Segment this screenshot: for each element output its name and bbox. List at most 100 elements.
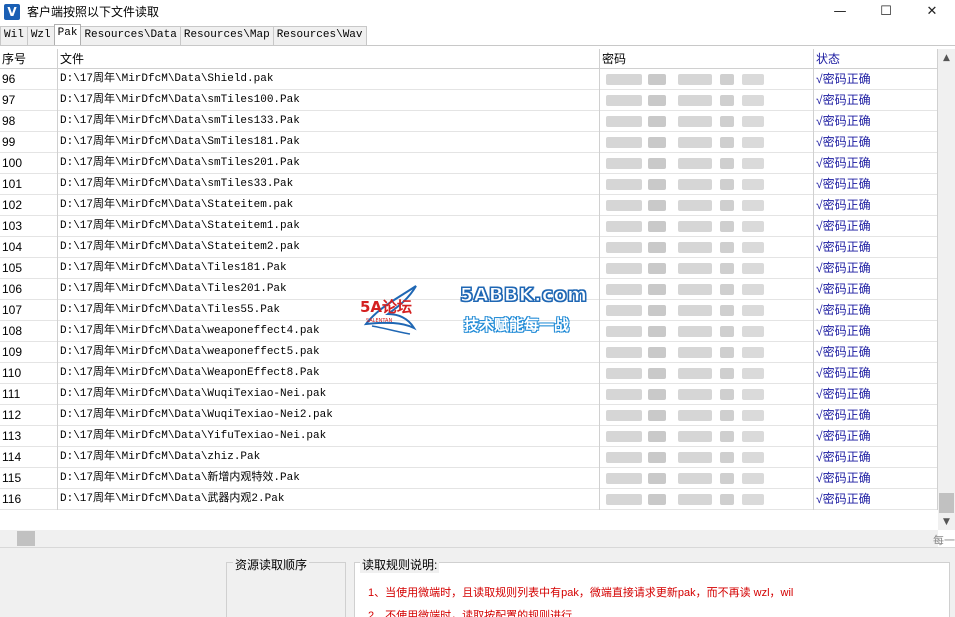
cell-file-path: D:\17周年\MirDfcM\Data\Shield.pak — [58, 69, 600, 90]
table-row[interactable]: 96 D:\17周年\MirDfcM\Data\Shield.pak √密码正确 — [0, 69, 938, 90]
resource-order-title: 资源读取顺序 — [233, 556, 310, 573]
redaction-block — [606, 116, 642, 127]
redaction-block — [678, 158, 712, 169]
table-row[interactable]: 99 D:\17周年\MirDfcM\Data\SmTiles181.Pak √密码… — [0, 132, 938, 153]
redaction-block — [720, 284, 734, 295]
cell-status: √密码正确 — [814, 279, 938, 300]
cell-status: √密码正确 — [814, 426, 938, 447]
cell-password-redacted — [600, 279, 814, 300]
horizontal-scrollbar[interactable] — [0, 530, 938, 547]
table-row[interactable]: 107 D:\17周年\MirDfcM\Data\Tiles55.Pak √密码正确 — [0, 300, 938, 321]
table-row[interactable]: 97 D:\17周年\MirDfcM\Data\smTiles100.Pak √密码… — [0, 90, 938, 111]
table-row[interactable]: 108 D:\17周年\MirDfcM\Data\weaponeffect4.pa… — [0, 321, 938, 342]
redaction-block — [742, 326, 764, 337]
redaction-block — [742, 473, 764, 484]
tab-resources-data[interactable]: Resources\Data — [80, 26, 181, 45]
cell-file-path: D:\17周年\MirDfcM\Data\Tiles55.Pak — [58, 300, 600, 321]
table-row[interactable]: 102 D:\17周年\MirDfcM\Data\Stateitem.pak √密码… — [0, 195, 938, 216]
cell-no: 115 — [0, 468, 58, 489]
redaction-block — [648, 284, 666, 295]
vertical-scroll-thumb[interactable] — [939, 493, 954, 513]
horizontal-scroll-thumb[interactable] — [17, 531, 35, 546]
table-row[interactable]: 109 D:\17周年\MirDfcM\Data\weaponeffect5.pa… — [0, 342, 938, 363]
redaction-block — [678, 179, 712, 190]
table-row[interactable]: 110 D:\17周年\MirDfcM\Data\WeaponEffect8.Pa… — [0, 363, 938, 384]
table-row[interactable]: 100 D:\17周年\MirDfcM\Data\smTiles201.Pak √密… — [0, 153, 938, 174]
redaction-block — [606, 494, 642, 505]
redaction-block — [742, 431, 764, 442]
cell-status: √密码正确 — [814, 237, 938, 258]
cell-file-path: D:\17周年\MirDfcM\Data\WeaponEffect8.Pak — [58, 363, 600, 384]
redaction-block — [742, 200, 764, 211]
table-row[interactable]: 115 D:\17周年\MirDfcM\Data\新增内观特效.Pak √密码正确 — [0, 468, 938, 489]
table-row[interactable]: 114 D:\17周年\MirDfcM\Data\zhiz.Pak √密码正确 — [0, 447, 938, 468]
redaction-block — [678, 389, 712, 400]
redaction-block — [606, 263, 642, 274]
cell-file-path: D:\17周年\MirDfcM\Data\weaponeffect5.pak — [58, 342, 600, 363]
cell-status: √密码正确 — [814, 216, 938, 237]
redaction-block — [720, 116, 734, 127]
table-row[interactable]: 103 D:\17周年\MirDfcM\Data\Stateitem1.pak √密… — [0, 216, 938, 237]
cell-status: √密码正确 — [814, 384, 938, 405]
maximize-icon[interactable]: ☐ — [863, 0, 909, 23]
redaction-block — [606, 410, 642, 421]
redaction-block — [678, 410, 712, 421]
redaction-block — [742, 95, 764, 106]
table-row[interactable]: 113 D:\17周年\MirDfcM\Data\YifuTexiao-Nei.p… — [0, 426, 938, 447]
cell-password-redacted — [600, 90, 814, 111]
tab-wil[interactable]: Wil — [0, 26, 28, 45]
redaction-block — [720, 137, 734, 148]
cell-file-path: D:\17周年\MirDfcM\Data\Stateitem1.pak — [58, 216, 600, 237]
tab-wzl[interactable]: Wzl — [26, 26, 55, 45]
cell-file-path: D:\17周年\MirDfcM\Data\YifuTexiao-Nei.pak — [58, 426, 600, 447]
redaction-block — [742, 368, 764, 379]
header-status[interactable]: 状态 — [814, 49, 938, 69]
cell-password-redacted — [600, 153, 814, 174]
table-row[interactable]: 106 D:\17周年\MirDfcM\Data\Tiles201.Pak √密码正… — [0, 279, 938, 300]
redaction-block — [678, 452, 712, 463]
table-header: 序号 文件 密码 状态 — [0, 49, 938, 69]
cell-status: √密码正确 — [814, 90, 938, 111]
redaction-block — [720, 305, 734, 316]
vertical-scrollbar[interactable]: ▲ ▼ — [938, 49, 955, 530]
bottom-panel: 资源读取顺序 读取规则说明: 1、当使用微端时，且读取规则列表中有pak，微端直… — [0, 547, 955, 617]
redaction-block — [606, 158, 642, 169]
cell-file-path: D:\17周年\MirDfcM\Data\新增内观特效.Pak — [58, 468, 600, 489]
minimize-icon[interactable]: — — [817, 0, 863, 23]
table-row[interactable]: 111 D:\17周年\MirDfcM\Data\WuqiTexiao-Nei.p… — [0, 384, 938, 405]
cell-no: 116 — [0, 489, 58, 510]
table-row[interactable]: 112 D:\17周年\MirDfcM\Data\WuqiTexiao-Nei2.… — [0, 405, 938, 426]
cell-file-path: D:\17周年\MirDfcM\Data\Tiles201.Pak — [58, 279, 600, 300]
scroll-up-icon[interactable]: ▲ — [938, 49, 955, 66]
header-file[interactable]: 文件 — [58, 49, 600, 69]
tab-strip: Wil Wzl Pak Resources\Data Resources\Map Reso… — [0, 24, 367, 45]
redaction-block — [606, 326, 642, 337]
redaction-block — [720, 74, 734, 85]
redaction-block — [648, 494, 666, 505]
table-row[interactable]: 101 D:\17周年\MirDfcM\Data\smTiles33.Pak √密码… — [0, 174, 938, 195]
redaction-block — [742, 137, 764, 148]
cell-status: √密码正确 — [814, 195, 938, 216]
redaction-block — [678, 473, 712, 484]
header-no[interactable]: 序号 — [0, 49, 58, 69]
table-row[interactable]: 104 D:\17周年\MirDfcM\Data\Stateitem2.pak √密… — [0, 237, 938, 258]
table-row[interactable]: 116 D:\17周年\MirDfcM\Data\武器内观2.Pak √密码正确 — [0, 489, 938, 510]
close-icon[interactable]: ✕ — [909, 0, 955, 23]
cell-password-redacted — [600, 237, 814, 258]
table-row[interactable]: 98 D:\17周年\MirDfcM\Data\smTiles133.Pak √密码… — [0, 111, 938, 132]
cell-no: 104 — [0, 237, 58, 258]
redaction-block — [606, 473, 642, 484]
tab-resources-wav[interactable]: Resources\Wav — [272, 26, 367, 45]
scroll-down-icon[interactable]: ▼ — [938, 513, 955, 530]
table-row[interactable]: 105 D:\17周年\MirDfcM\Data\Tiles181.Pak √密码正… — [0, 258, 938, 279]
redaction-block — [606, 347, 642, 358]
redaction-block — [720, 494, 734, 505]
header-password[interactable]: 密码 — [600, 49, 814, 69]
redaction-block — [648, 74, 666, 85]
tab-pak[interactable]: Pak — [53, 24, 82, 45]
redaction-block — [648, 473, 666, 484]
table-body: 96 D:\17周年\MirDfcM\Data\Shield.pak √密码正确 97… — [0, 69, 938, 510]
cell-password-redacted — [600, 111, 814, 132]
tab-resources-map[interactable]: Resources\Map — [179, 26, 274, 45]
redaction-block — [720, 473, 734, 484]
